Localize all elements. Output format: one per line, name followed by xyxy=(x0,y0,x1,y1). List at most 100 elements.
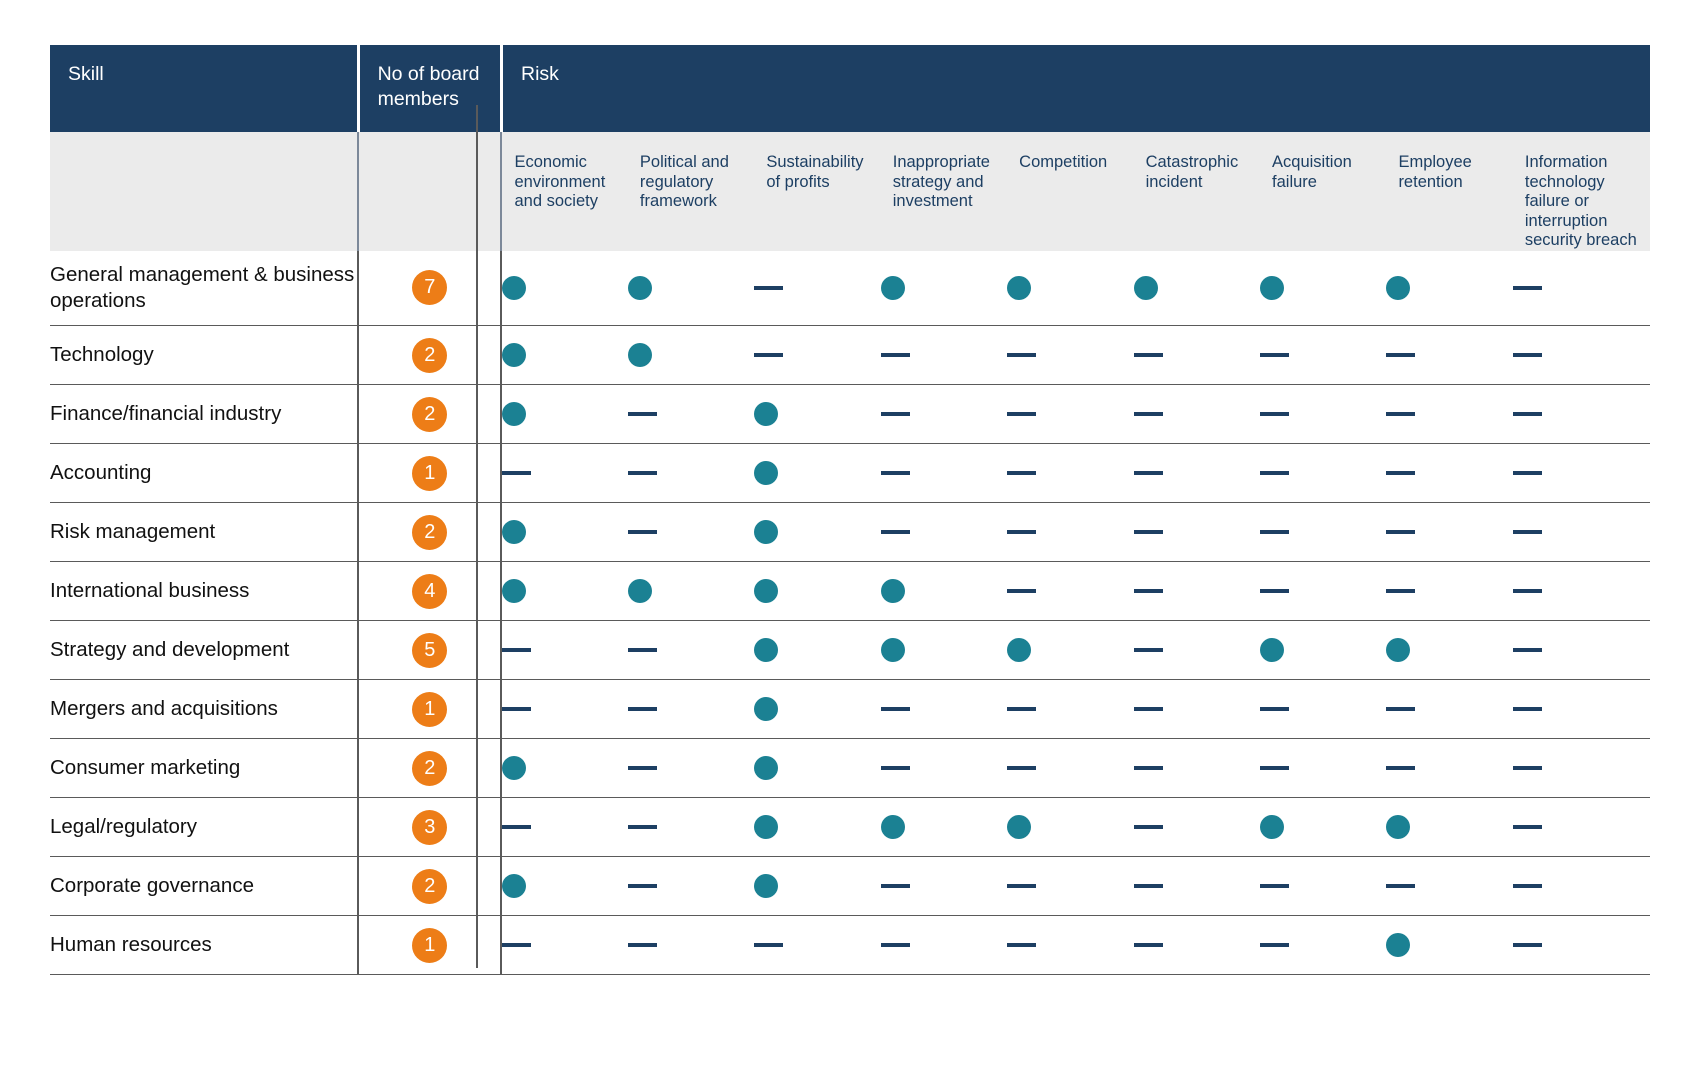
risk-column-header-1: Economic environment and society xyxy=(501,132,627,251)
risk-mark-cell xyxy=(754,739,880,798)
risk-column-header-6: Catastrophic incident xyxy=(1134,132,1260,251)
dash-icon xyxy=(754,943,783,947)
dash-icon xyxy=(1386,412,1415,416)
risk-mark-cell xyxy=(881,444,1007,503)
risk-mark-cell xyxy=(501,739,627,798)
risk-mark-cell xyxy=(1134,857,1260,916)
risk-mark-cell xyxy=(1260,562,1386,621)
dash-icon xyxy=(1260,707,1289,711)
risk-column-label: Political and regulatory framework xyxy=(640,153,744,212)
table-row: General management & business operations… xyxy=(50,251,1650,326)
risk-mark-cell xyxy=(1134,680,1260,739)
dash-icon xyxy=(1513,589,1542,593)
dash-icon xyxy=(881,884,910,888)
dash-icon xyxy=(1386,884,1415,888)
filled-dot-icon xyxy=(1386,933,1410,957)
dash-icon xyxy=(502,707,531,711)
risk-mark-cell xyxy=(754,680,880,739)
dash-icon xyxy=(1134,412,1163,416)
risk-mark-cell xyxy=(628,621,754,680)
risk-mark-cell xyxy=(1007,444,1133,503)
dash-icon xyxy=(1007,530,1036,534)
risk-mark-cell xyxy=(1386,798,1512,857)
filled-dot-icon xyxy=(754,638,778,662)
board-member-count-cell: 1 xyxy=(358,444,501,503)
dash-icon xyxy=(1134,648,1163,652)
dash-icon xyxy=(1513,648,1542,652)
risk-mark-cell xyxy=(1513,916,1650,975)
risk-mark-cell xyxy=(628,251,754,326)
dash-icon xyxy=(628,412,657,416)
count-badge: 1 xyxy=(412,692,447,727)
dash-icon xyxy=(502,943,531,947)
dash-icon xyxy=(628,530,657,534)
dash-icon xyxy=(502,471,531,475)
count-column-divider xyxy=(476,105,478,968)
risk-mark-cell xyxy=(1386,503,1512,562)
dash-icon xyxy=(1134,825,1163,829)
risk-column-label: Acquisition failure xyxy=(1272,153,1376,192)
count-badge: 2 xyxy=(412,869,447,904)
count-badge: 2 xyxy=(412,515,447,550)
dash-icon xyxy=(754,286,783,290)
dash-icon xyxy=(628,825,657,829)
risk-mark-cell xyxy=(1134,385,1260,444)
risk-column-header-5: Competition xyxy=(1007,132,1133,251)
count-badge: 7 xyxy=(412,270,447,305)
filled-dot-icon xyxy=(1260,276,1284,300)
subheader-skill-spacer xyxy=(50,132,358,251)
risk-mark-cell xyxy=(754,385,880,444)
dash-icon xyxy=(1513,766,1542,770)
board-member-count-cell: 1 xyxy=(358,916,501,975)
risk-mark-cell xyxy=(1007,326,1133,385)
dash-icon xyxy=(1134,884,1163,888)
dash-icon xyxy=(1513,707,1542,711)
skill-name-cell: Risk management xyxy=(50,503,358,562)
filled-dot-icon xyxy=(1007,638,1031,662)
skill-name-cell: Technology xyxy=(50,326,358,385)
risk-mark-cell xyxy=(754,444,880,503)
filled-dot-icon xyxy=(881,579,905,603)
risk-mark-cell xyxy=(1260,798,1386,857)
dash-icon xyxy=(1386,353,1415,357)
risk-mark-cell xyxy=(628,857,754,916)
dash-icon xyxy=(1386,471,1415,475)
dash-icon xyxy=(1386,589,1415,593)
risk-mark-cell xyxy=(1007,798,1133,857)
table-row: Corporate governance2 xyxy=(50,857,1650,916)
risk-mark-cell xyxy=(1260,916,1386,975)
dash-icon xyxy=(1007,707,1036,711)
dash-icon xyxy=(628,707,657,711)
dash-icon xyxy=(628,766,657,770)
risk-column-header-7: Acquisition failure xyxy=(1260,132,1386,251)
risk-mark-cell xyxy=(754,251,880,326)
risk-mark-cell xyxy=(1513,251,1650,326)
filled-dot-icon xyxy=(1386,815,1410,839)
risk-mark-cell xyxy=(1513,857,1650,916)
header-skill: Skill xyxy=(50,45,358,132)
risk-mark-cell xyxy=(1134,503,1260,562)
filled-dot-icon xyxy=(628,343,652,367)
dash-icon xyxy=(1513,943,1542,947)
count-badge: 1 xyxy=(412,456,447,491)
table-row: Finance/financial industry2 xyxy=(50,385,1650,444)
risk-mark-cell xyxy=(501,251,627,326)
dash-icon xyxy=(1007,589,1036,593)
filled-dot-icon xyxy=(1260,815,1284,839)
dash-icon xyxy=(881,943,910,947)
dash-icon xyxy=(1007,412,1036,416)
risk-mark-cell xyxy=(501,326,627,385)
dash-icon xyxy=(1260,412,1289,416)
table-row: Accounting1 xyxy=(50,444,1650,503)
risk-mark-cell xyxy=(628,326,754,385)
dash-icon xyxy=(1260,943,1289,947)
filled-dot-icon xyxy=(502,343,526,367)
risk-mark-cell xyxy=(754,621,880,680)
skill-name-cell: International business xyxy=(50,562,358,621)
risk-mark-cell xyxy=(1007,739,1133,798)
filled-dot-icon xyxy=(881,638,905,662)
risk-column-header-3: Sustainability of profits xyxy=(754,132,880,251)
risk-mark-cell xyxy=(881,857,1007,916)
risk-mark-cell xyxy=(1386,326,1512,385)
board-member-count-cell: 3 xyxy=(358,798,501,857)
